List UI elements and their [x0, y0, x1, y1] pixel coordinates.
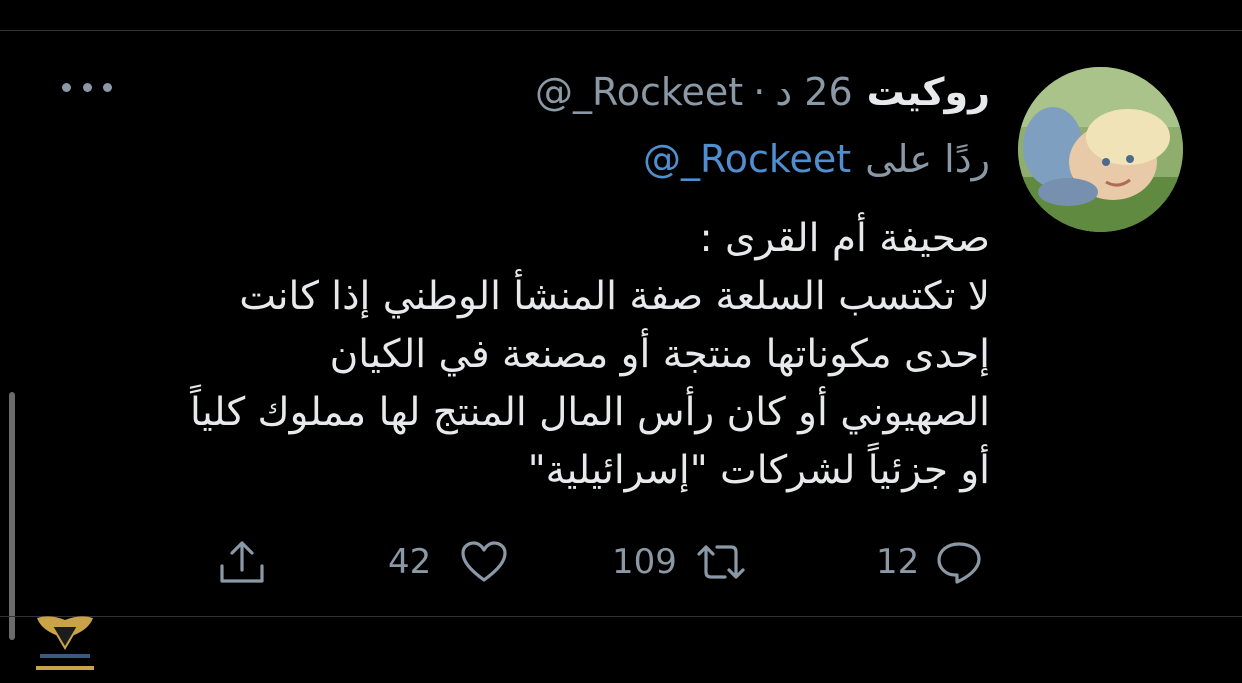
tweet-meta: @_Rockeet · 26 د — [535, 70, 853, 114]
meta-separator: · — [753, 70, 766, 114]
user-handle[interactable]: @_Rockeet — [535, 70, 743, 114]
reply-prefix: ردًا على — [865, 137, 990, 181]
reply-icon — [935, 538, 983, 586]
more-dot — [82, 82, 92, 92]
share-button[interactable] — [216, 530, 268, 594]
tweet-line: صحيفة أم القرى : — [699, 216, 990, 261]
tweet-time[interactable]: 26 د — [775, 70, 852, 114]
like-count: 42 — [388, 542, 432, 582]
scrollbar[interactable] — [9, 392, 15, 640]
more-dot — [103, 82, 112, 92]
tweet-line: إحدى مكوناتها منتجة أو مصنعة في الكيان — [329, 332, 990, 377]
avatar[interactable] — [1018, 67, 1183, 232]
reply-count: 12 — [876, 542, 920, 582]
watermark-logo — [32, 604, 98, 679]
heart-icon — [459, 538, 509, 586]
more-dot — [62, 82, 71, 92]
like-button[interactable]: 42 — [388, 530, 509, 594]
retweet-count: 109 — [612, 542, 677, 582]
display-name[interactable]: روكيت — [867, 70, 990, 114]
more-icon[interactable] — [62, 76, 112, 98]
top-divider — [0, 30, 1242, 31]
tweet-text: صحيفة أم القرى : لا تكتسب السلعة صفة الم… — [120, 210, 990, 500]
bottom-divider — [0, 616, 1242, 617]
reply-handle-link[interactable]: @_Rockeet — [643, 137, 851, 181]
tweet-line: أو جزئياً لشركات "إسرائيلية" — [527, 448, 990, 493]
share-icon — [216, 536, 268, 588]
tweet-line: لا تكتسب السلعة صفة المنشأ الوطني إذا كا… — [239, 274, 990, 319]
tweet-line: الصهيوني أو كان رأس المال المنتج لها ممل… — [190, 390, 990, 435]
reply-context: ردًا على @_Rockeet — [643, 134, 990, 184]
tweet-header: روكيت @_Rockeet · 26 د — [535, 66, 990, 118]
reply-button[interactable]: 12 — [876, 530, 983, 594]
retweet-button[interactable]: 109 — [612, 530, 749, 594]
tweet-actions: 12 109 42 — [0, 530, 1242, 594]
retweet-icon — [693, 538, 749, 586]
